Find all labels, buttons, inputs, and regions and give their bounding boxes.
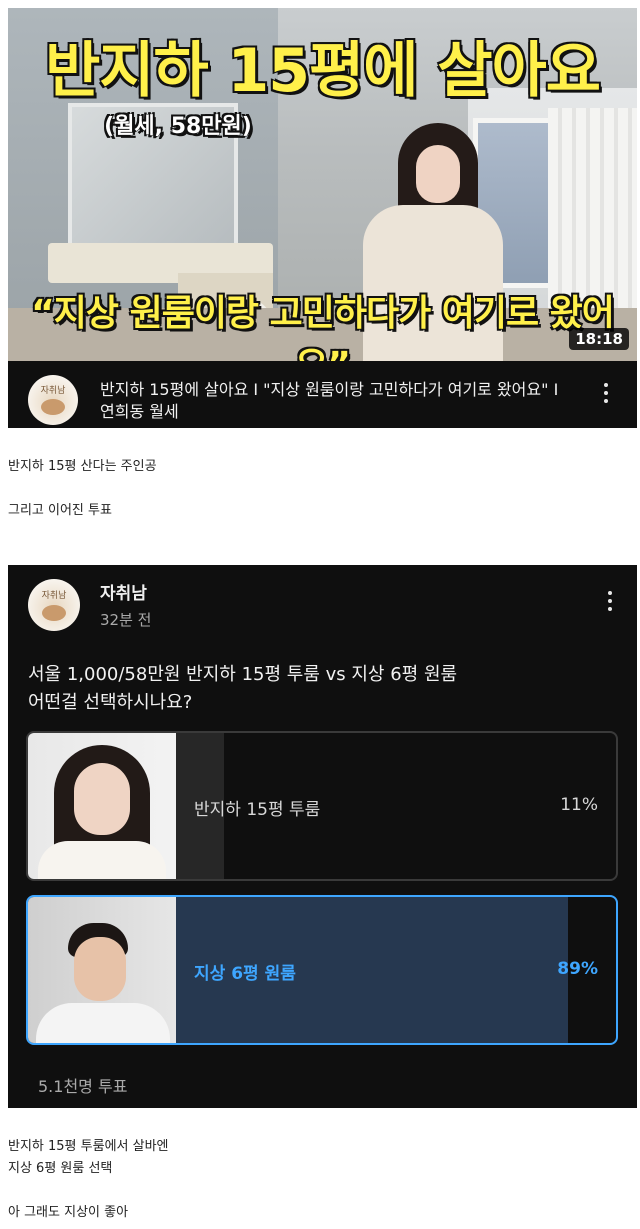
option-image-woman [28, 733, 176, 879]
more-options-icon[interactable] [597, 383, 615, 413]
video-card[interactable]: 반지하 15평에 살아요 (월세, 58만원) “지상 원룸이랑 고민하다가 여… [8, 8, 637, 428]
channel-avatar-text: 자취남 [41, 591, 67, 601]
channel-avatar[interactable]: 자취남 [28, 579, 80, 631]
caption-text: 지상 6평 원룸 선택 [8, 1161, 113, 1176]
video-duration-badge: 18:18 [569, 328, 629, 350]
option-label: 반지하 15평 투룸 [194, 800, 321, 820]
channel-avatar-text: 자취남 [40, 386, 66, 396]
option-percent: 11% [560, 795, 598, 815]
poll-option-selected[interactable]: 지상 6평 원룸 89% [26, 895, 618, 1045]
vote-count: 5.1천명 투표 [38, 1077, 128, 1096]
poll-post-card: 자취남 자취남 32분 전 서울 1,000/58만원 반지하 15평 투룸 v… [8, 565, 637, 1108]
video-thumbnail[interactable]: 반지하 15평에 살아요 (월세, 58만원) “지상 원룸이랑 고민하다가 여… [8, 8, 637, 361]
poll-option[interactable]: 반지하 15평 투룸 11% [26, 731, 618, 881]
option-percent: 89% [557, 959, 598, 979]
caption-text: 아 그래도 지상이 좋아 [8, 1205, 129, 1220]
post-timestamp: 32분 전 [100, 611, 152, 629]
option-label: 지상 6평 원룸 [194, 964, 296, 984]
thumbnail-title: 반지하 15평에 살아요 [44, 35, 602, 107]
caption-text: 그리고 이어진 투표 [8, 503, 112, 518]
caption-text: 반지하 15평 산다는 주인공 [8, 459, 157, 474]
video-title[interactable]: 반지하 15평에 살아요 I "지상 원룸이랑 고민하다가 여기로 왔어요" I… [100, 379, 570, 423]
caption-text: 반지하 15평 투룸에서 살바엔 [8, 1139, 169, 1154]
more-options-icon[interactable] [601, 591, 619, 621]
channel-name[interactable]: 자취남 [100, 579, 147, 604]
curtain [548, 108, 637, 308]
thumbnail-quote: “지상 원룸이랑 고민하다가 여기로 왔어요” [30, 292, 616, 361]
poll-question: 서울 1,000/58만원 반지하 15평 투룸 vs 지상 6평 원룸 어떤걸… [28, 664, 458, 713]
channel-avatar[interactable]: 자취남 [28, 375, 78, 425]
thumbnail-subtitle: (월세, 58만원) [104, 114, 253, 140]
video-meta: 자취남 반지하 15평에 살아요 I "지상 원룸이랑 고민하다가 여기로 왔어… [8, 361, 637, 428]
option-image-man [28, 897, 176, 1043]
